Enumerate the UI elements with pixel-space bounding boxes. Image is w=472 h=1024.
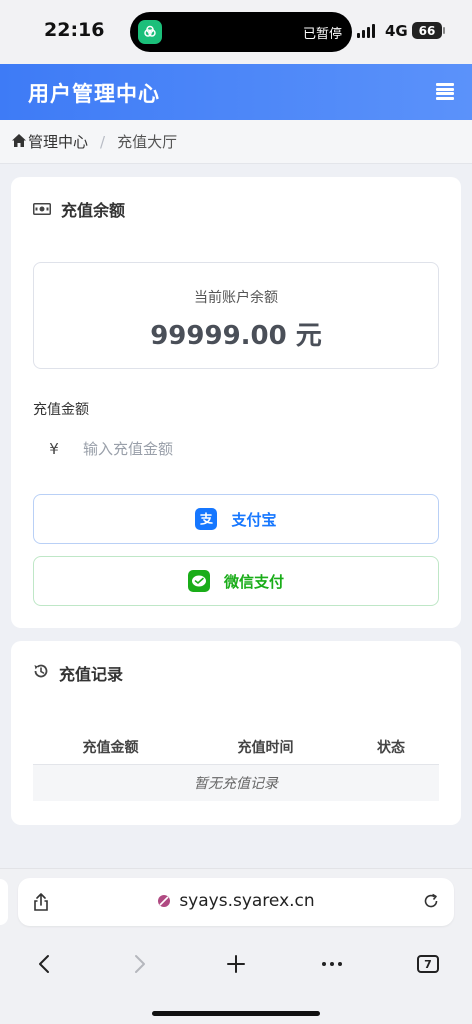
- tabs-button[interactable]: 7: [413, 949, 443, 979]
- forward-icon[interactable]: [125, 949, 155, 979]
- wechat-pay-icon: [187, 570, 210, 592]
- url-text: syays.syarex.cn: [179, 891, 315, 911]
- amount-input[interactable]: [83, 440, 383, 458]
- breadcrumb-separator: /: [100, 132, 106, 151]
- history-card-header: 充值记录: [33, 661, 123, 685]
- battery-indicator: 66: [412, 22, 445, 39]
- recharge-history-card: 充值记录 充值金额 充值时间 状态 暂无充值记录: [11, 641, 461, 825]
- wechat-pay-label: 微信支付: [223, 572, 284, 591]
- hamburger-menu-icon[interactable]: [436, 83, 454, 100]
- recharge-card-title: 充值余额: [61, 201, 126, 220]
- tab-count: 7: [417, 955, 439, 973]
- balance-value: 99999.00 元: [150, 321, 322, 351]
- column-header-status: 状态: [377, 739, 405, 756]
- reload-icon[interactable]: [422, 892, 440, 914]
- amount-input-group: ¥: [33, 433, 439, 465]
- recharge-card: 充值余额 当前账户余额 99999.00 元 充值金额 ¥ 支付宝 微信支付: [11, 177, 461, 628]
- balance-label: 当前账户余额: [194, 290, 278, 306]
- island-status-text: 已暂停: [302, 27, 342, 42]
- breadcrumb: 管理中心 / 充值大厅: [0, 120, 472, 164]
- history-icon: [33, 663, 49, 683]
- balance-box: 当前账户余额 99999.00 元: [33, 262, 439, 369]
- status-time: 22:16: [44, 19, 105, 41]
- app-header: 用户管理中心: [0, 64, 472, 120]
- table-header-row: 充值金额 充值时间 状态: [33, 729, 439, 765]
- network-type: 4G: [385, 22, 408, 40]
- home-icon[interactable]: [12, 133, 26, 151]
- status-bar: 22:16 已暂停 4G 66: [0, 0, 472, 64]
- breadcrumb-current: 充值大厅: [117, 133, 178, 151]
- wechat-pay-button[interactable]: 微信支付: [33, 556, 439, 606]
- history-card-title: 充值记录: [59, 665, 124, 684]
- alipay-label: 支付宝: [231, 510, 277, 529]
- back-icon[interactable]: [29, 949, 59, 979]
- alipay-icon: [195, 508, 218, 530]
- cellular-signal-icon: [357, 24, 375, 38]
- empty-table-message: 暂无充值记录: [33, 765, 439, 801]
- breadcrumb-home-link[interactable]: 管理中心: [28, 131, 88, 152]
- app-title: 用户管理中心: [28, 82, 160, 106]
- vpn-shield-icon: [138, 20, 162, 44]
- home-indicator[interactable]: [152, 1011, 320, 1016]
- browser-toolbar: syays.syarex.cn 7: [0, 868, 472, 1024]
- new-tab-icon[interactable]: [221, 949, 251, 979]
- recharge-card-header: 充值余额: [33, 197, 125, 221]
- address-bar[interactable]: syays.syarex.cn: [18, 878, 454, 926]
- currency-symbol: ¥: [49, 440, 59, 458]
- previous-tab-peek[interactable]: [0, 879, 8, 925]
- dynamic-island[interactable]: 已暂停: [130, 12, 352, 52]
- column-header-amount: 充值金额: [82, 739, 139, 756]
- url-display[interactable]: syays.syarex.cn: [18, 891, 454, 913]
- history-table: 充值金额 充值时间 状态 暂无充值记录: [33, 729, 439, 801]
- column-header-time: 充值时间: [237, 739, 294, 756]
- amount-label: 充值金额: [33, 402, 89, 418]
- more-options-icon[interactable]: [317, 949, 347, 979]
- alipay-button[interactable]: 支付宝: [33, 494, 439, 544]
- money-icon: [33, 200, 51, 219]
- browser-nav-row: 7: [0, 949, 472, 979]
- tracking-blocked-icon: [157, 893, 171, 913]
